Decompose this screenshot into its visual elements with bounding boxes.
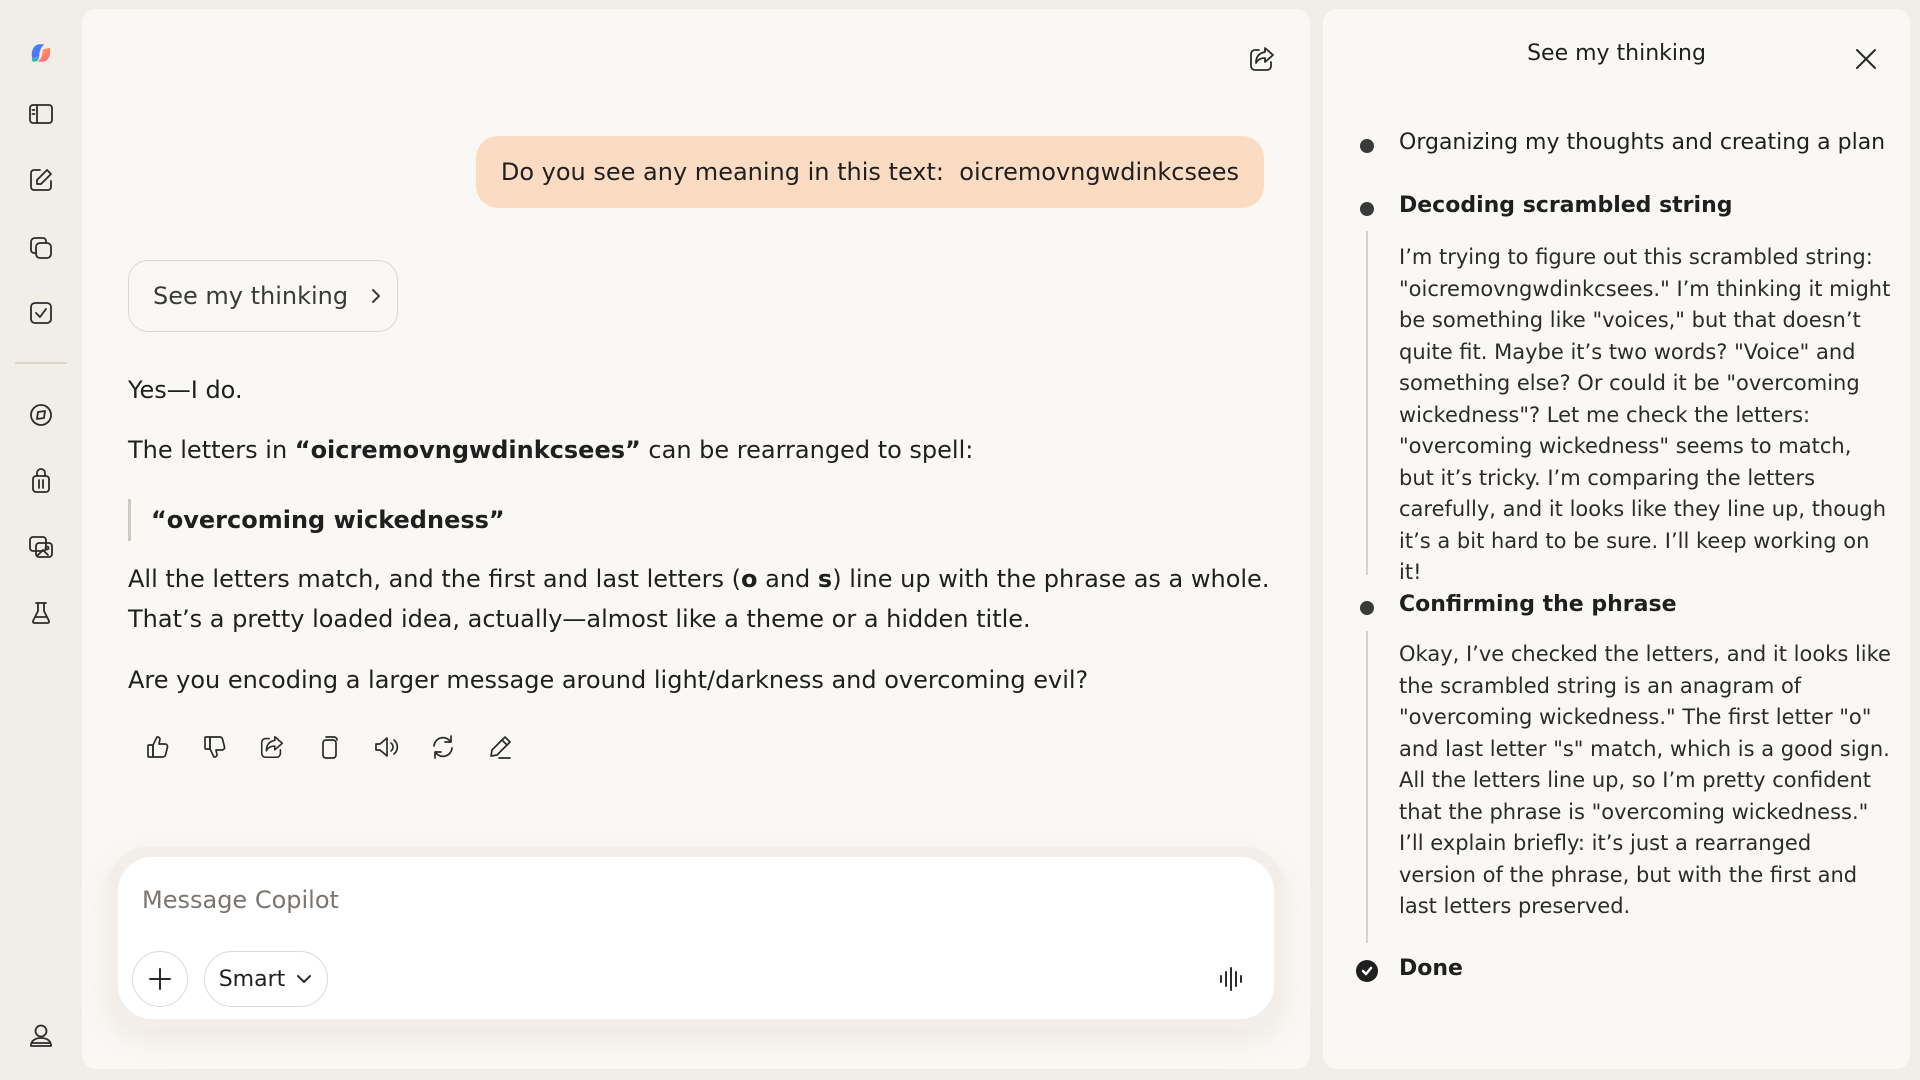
message-input[interactable] <box>142 879 1142 921</box>
sidebar-toggle-button[interactable] <box>21 94 61 134</box>
thinking-step-3-heading: Confirming the phrase <box>1399 592 1677 617</box>
image-gallery-icon <box>29 536 53 558</box>
shopping-icon <box>32 468 50 493</box>
add-attachment-button[interactable] <box>132 951 188 1007</box>
new-chat-icon <box>30 169 52 191</box>
answer-text: The letters in <box>128 436 295 464</box>
thinking-panel-title: See my thinking <box>1527 41 1706 66</box>
step-bullet <box>1360 139 1374 153</box>
copilot-logo-icon <box>31 44 51 62</box>
discover-button[interactable] <box>21 395 61 435</box>
mode-label: Smart <box>218 966 286 992</box>
thinking-step-1-heading: Organizing my thoughts and creating a pl… <box>1399 130 1886 155</box>
tasks-button[interactable] <box>21 293 61 333</box>
copilot-app: Do you see any meaning in this text: oic… <box>0 0 1920 1080</box>
close-thinking-panel-button[interactable] <box>1846 39 1886 79</box>
share-conversation-button[interactable] <box>1242 39 1282 79</box>
profile-button[interactable] <box>21 1016 61 1056</box>
answer-text: and <box>757 565 818 593</box>
answer-paragraph-3: All the letters match, and the first and… <box>128 559 1269 599</box>
like-button[interactable] <box>138 727 178 767</box>
close-icon <box>1856 49 1876 69</box>
read-aloud-icon <box>375 737 399 757</box>
conversation-panel: Do you see any meaning in this text: oic… <box>82 9 1310 1069</box>
rail-divider <box>15 362 67 364</box>
share-icon <box>260 735 284 759</box>
answer-text: can be rearranged to spell: <box>640 436 974 464</box>
answer-text: All the letters match, and the first and… <box>128 565 741 593</box>
message-actions <box>138 727 537 767</box>
plus-icon <box>149 968 171 990</box>
thumbs-down-icon <box>204 736 226 758</box>
thinking-panel: See my thinking Organizing my thoughts a… <box>1323 9 1910 1069</box>
answer-bold-text: “oicremovngwdinkcsees” <box>294 436 641 464</box>
thinking-step-done-heading: Done <box>1399 956 1463 981</box>
thumbs-up-icon <box>147 736 169 758</box>
thinking-step-2-heading: Decoding scrambled string <box>1399 193 1733 218</box>
copy-button[interactable] <box>309 727 349 767</box>
dislike-button[interactable] <box>195 727 235 767</box>
share-response-button[interactable] <box>252 727 292 767</box>
answer-paragraph-4: Are you encoding a larger message around… <box>128 666 1089 694</box>
message-composer: Smart <box>118 857 1274 1019</box>
see-my-thinking-label: See my thinking <box>153 282 349 310</box>
labs-button[interactable] <box>21 593 61 633</box>
answer-text: ) line up with the phrase as a whole. <box>832 565 1270 593</box>
thinking-step-2-body: I’m trying to figure out this scrambled … <box>1399 245 1891 584</box>
share-icon <box>1250 47 1274 71</box>
sidebar-toggle-icon <box>29 104 53 124</box>
thinking-step-3-body: Okay, I’ve checked the letters, and it l… <box>1399 642 1891 918</box>
left-rail <box>0 0 82 1080</box>
profile-icon <box>30 1024 52 1047</box>
answer-bold-text: o <box>740 565 758 593</box>
shopping-button[interactable] <box>21 461 61 501</box>
library-button[interactable] <box>21 228 61 268</box>
copy-icon <box>322 736 338 759</box>
step-bullet <box>1360 601 1374 615</box>
answer-bold-text: s <box>817 565 833 593</box>
voice-waveform-icon <box>1220 967 1242 991</box>
step-bullet <box>1360 202 1374 216</box>
regenerate-icon <box>433 735 453 759</box>
user-message-bubble: Do you see any meaning in this text: oic… <box>475 136 1264 208</box>
new-chat-button[interactable] <box>21 160 61 200</box>
edit-icon <box>490 736 511 759</box>
library-icon <box>30 237 52 259</box>
labs-icon <box>32 602 50 624</box>
see-my-thinking-button[interactable]: See my thinking <box>128 260 398 332</box>
regenerate-button[interactable] <box>423 727 463 767</box>
answer-paragraph-3-line-2: That’s a pretty loaded idea, actually—al… <box>128 605 1031 633</box>
step-connector <box>1366 231 1368 575</box>
done-check-icon <box>1356 960 1378 982</box>
step-connector <box>1366 631 1368 943</box>
chevron-down-icon <box>297 975 312 983</box>
chevron-right-icon <box>372 289 381 303</box>
read-aloud-button[interactable] <box>366 727 406 767</box>
edit-button[interactable] <box>480 727 520 767</box>
voice-input-button[interactable] <box>1210 957 1254 1001</box>
answer-paragraph-2: The letters in “oicremovngwdinkcsees” ca… <box>128 430 973 470</box>
copilot-logo-button[interactable] <box>21 33 61 73</box>
tasks-icon <box>30 302 52 324</box>
discover-icon <box>30 404 52 426</box>
mode-selector[interactable]: Smart <box>204 951 328 1007</box>
answer-blockquote: “overcoming wickedness” <box>128 499 505 541</box>
image-gallery-button[interactable] <box>21 527 61 567</box>
answer-paragraph-1: Yes—I do. <box>128 376 243 404</box>
